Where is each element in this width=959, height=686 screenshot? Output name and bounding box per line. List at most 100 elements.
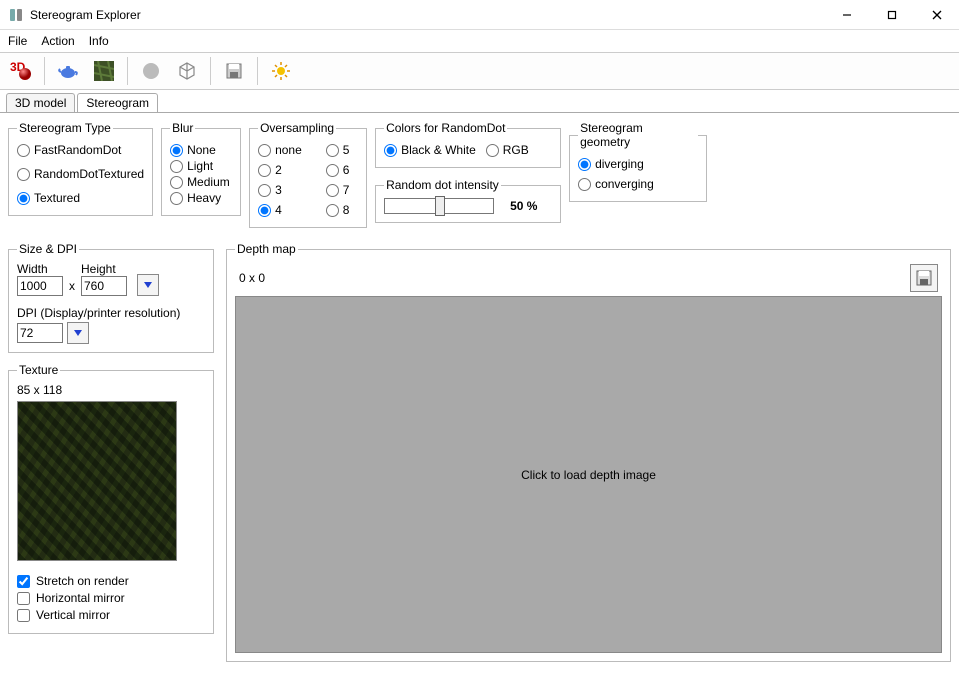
cube-icon[interactable] bbox=[172, 56, 202, 86]
menu-action[interactable]: Action bbox=[41, 34, 74, 48]
label-os-6: 6 bbox=[343, 163, 350, 177]
radio-os-5[interactable] bbox=[326, 144, 339, 157]
depth-map-legend: Depth map bbox=[235, 242, 298, 256]
radio-fastrandomdot[interactable] bbox=[17, 144, 30, 157]
radio-blackwhite[interactable] bbox=[384, 144, 397, 157]
width-label: Width bbox=[17, 262, 63, 276]
depth-map-group: Depth map 0 x 0 Click to load depth imag… bbox=[226, 242, 951, 662]
depth-save-button[interactable] bbox=[910, 264, 938, 292]
radio-textured[interactable] bbox=[17, 192, 30, 205]
checkbox-hmirror[interactable] bbox=[17, 592, 30, 605]
label-randomdottextured: RandomDotTextured bbox=[34, 167, 144, 181]
depth-load-area[interactable]: Click to load depth image bbox=[235, 296, 942, 653]
radio-rgb[interactable] bbox=[486, 144, 499, 157]
texture-sample-icon[interactable] bbox=[89, 56, 119, 86]
radio-converging[interactable] bbox=[578, 178, 591, 191]
label-fastrandomdot: FastRandomDot bbox=[34, 143, 121, 157]
label-converging: converging bbox=[595, 177, 654, 191]
texture-preview[interactable] bbox=[17, 401, 177, 561]
radio-os-none[interactable] bbox=[258, 144, 271, 157]
label-os-5: 5 bbox=[343, 143, 350, 157]
radio-os-6[interactable] bbox=[326, 164, 339, 177]
depth-placeholder: Click to load depth image bbox=[521, 468, 656, 482]
label-blur-medium: Medium bbox=[187, 175, 230, 189]
toolbar-separator bbox=[210, 57, 211, 85]
label-textured: Textured bbox=[34, 191, 80, 205]
label-stretch: Stretch on render bbox=[36, 574, 129, 588]
radio-os-3[interactable] bbox=[258, 184, 271, 197]
dpi-dropdown-button[interactable] bbox=[67, 322, 89, 344]
stereogram-type-group: Stereogram Type FastRandomDot RandomDotT… bbox=[8, 121, 153, 216]
sun-icon[interactable] bbox=[266, 56, 296, 86]
size-dropdown-button[interactable] bbox=[137, 274, 159, 296]
menu-file[interactable]: File bbox=[8, 34, 27, 48]
radio-os-4[interactable] bbox=[258, 204, 271, 217]
teapot-icon[interactable] bbox=[53, 56, 83, 86]
geometry-group: Stereogram geometry diverging converging bbox=[569, 121, 707, 202]
label-os-none: none bbox=[275, 143, 302, 157]
depth-dims: 0 x 0 bbox=[239, 271, 265, 285]
radio-blur-heavy[interactable] bbox=[170, 192, 183, 205]
titlebar: Stereogram Explorer bbox=[0, 0, 959, 30]
radio-os-8[interactable] bbox=[326, 204, 339, 217]
colors-legend: Colors for RandomDot bbox=[384, 121, 507, 135]
label-blur-heavy: Heavy bbox=[187, 191, 221, 205]
dpi-input[interactable] bbox=[17, 323, 63, 343]
radio-os-2[interactable] bbox=[258, 164, 271, 177]
stereogram-type-legend: Stereogram Type bbox=[17, 121, 113, 135]
rdi-value: 50 % bbox=[510, 199, 537, 213]
label-blackwhite: Black & White bbox=[401, 143, 476, 157]
checkbox-vmirror[interactable] bbox=[17, 609, 30, 622]
radio-randomdottextured[interactable] bbox=[17, 168, 30, 181]
tab-stereogram[interactable]: Stereogram bbox=[77, 93, 158, 112]
oversampling-group: Oversampling none 2 3 4 5 6 7 8 bbox=[249, 121, 367, 228]
toolbar-separator bbox=[257, 57, 258, 85]
label-blur-none: None bbox=[187, 143, 216, 157]
maximize-button[interactable] bbox=[869, 0, 914, 30]
blur-group: Blur None Light Medium Heavy bbox=[161, 121, 241, 216]
geometry-legend: Stereogram geometry bbox=[578, 121, 698, 149]
toolbar-separator bbox=[44, 57, 45, 85]
app-title: Stereogram Explorer bbox=[30, 8, 824, 22]
label-hmirror: Horizontal mirror bbox=[36, 591, 125, 605]
texture-legend: Texture bbox=[17, 363, 60, 377]
size-dpi-group: Size & DPI Width x Height bbox=[8, 242, 214, 353]
oversampling-legend: Oversampling bbox=[258, 121, 336, 135]
label-os-3: 3 bbox=[275, 183, 282, 197]
tabs: 3D model Stereogram bbox=[0, 90, 959, 112]
minimize-button[interactable] bbox=[824, 0, 869, 30]
app-icon bbox=[8, 7, 24, 23]
toolbar: 3D bbox=[0, 52, 959, 90]
radio-diverging[interactable] bbox=[578, 158, 591, 171]
tab-3d-model[interactable]: 3D model bbox=[6, 93, 75, 112]
toolbar-separator bbox=[127, 57, 128, 85]
checkbox-stretch[interactable] bbox=[17, 575, 30, 588]
random-dot-intensity-group: Random dot intensity 50 % bbox=[375, 178, 561, 223]
close-button[interactable] bbox=[914, 0, 959, 30]
rdi-slider-thumb[interactable] bbox=[435, 196, 445, 216]
label-os-2: 2 bbox=[275, 163, 282, 177]
radio-blur-light[interactable] bbox=[170, 160, 183, 173]
label-diverging: diverging bbox=[595, 157, 644, 171]
radio-blur-medium[interactable] bbox=[170, 176, 183, 189]
gray-sphere-icon[interactable] bbox=[136, 56, 166, 86]
texture-group: Texture 85 x 118 Stretch on render Horiz… bbox=[8, 363, 214, 634]
radio-blur-none[interactable] bbox=[170, 144, 183, 157]
width-input[interactable] bbox=[17, 276, 63, 296]
x-label: x bbox=[69, 279, 75, 296]
stereogram-panel: Stereogram Type FastRandomDot RandomDotT… bbox=[0, 112, 959, 670]
label-vmirror: Vertical mirror bbox=[36, 608, 110, 622]
label-blur-light: Light bbox=[187, 159, 213, 173]
label-os-8: 8 bbox=[343, 203, 350, 217]
save-icon[interactable] bbox=[219, 56, 249, 86]
menu-info[interactable]: Info bbox=[89, 34, 109, 48]
blur-legend: Blur bbox=[170, 121, 195, 135]
3d-sphere-icon[interactable]: 3D bbox=[6, 56, 36, 86]
colors-group: Colors for RandomDot Black & White RGB bbox=[375, 121, 561, 168]
label-os-4: 4 bbox=[275, 203, 282, 217]
radio-os-7[interactable] bbox=[326, 184, 339, 197]
label-os-7: 7 bbox=[343, 183, 350, 197]
rdi-slider[interactable] bbox=[384, 198, 494, 214]
height-input[interactable] bbox=[81, 276, 127, 296]
texture-dims: 85 x 118 bbox=[17, 383, 205, 397]
